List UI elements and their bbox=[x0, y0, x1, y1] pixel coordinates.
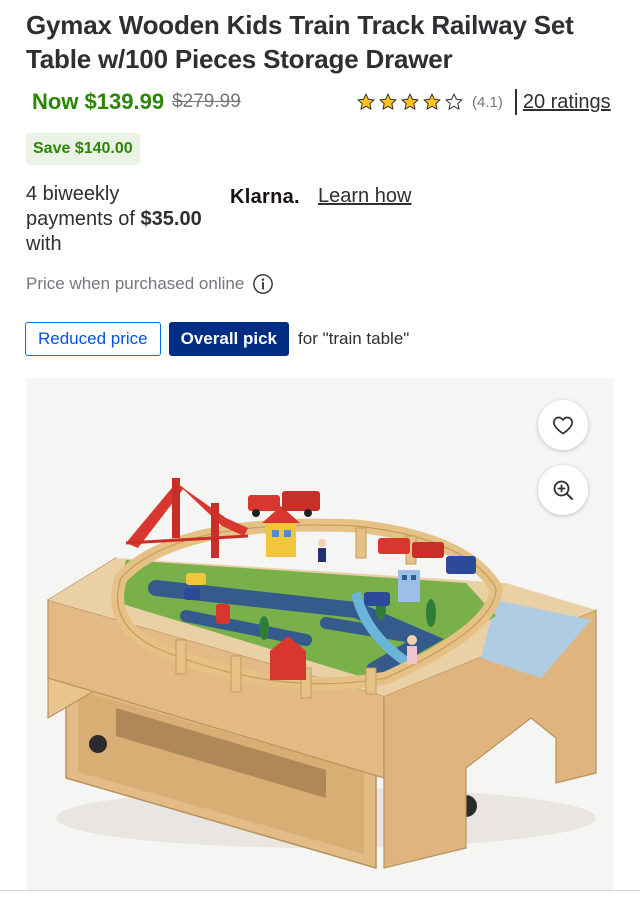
klarna-amount: $35.00 bbox=[140, 208, 202, 230]
klarna-line-3: with bbox=[26, 233, 62, 255]
zoom-button[interactable] bbox=[538, 465, 588, 515]
product-title: Gymax Wooden Kids Train Track Railway Se… bbox=[26, 8, 626, 76]
price-row: Now $139.99 $279.99 bbox=[32, 86, 241, 118]
klarna-line-1: 4 biweekly bbox=[26, 183, 120, 205]
rating-value: (4.1) bbox=[472, 93, 503, 111]
heart-icon bbox=[553, 416, 573, 435]
rating-divider bbox=[514, 89, 517, 115]
online-price-text: Price when purchased online bbox=[26, 274, 245, 293]
train-table-illustration bbox=[47, 478, 597, 869]
star-empty-icon bbox=[445, 93, 463, 110]
favorite-button[interactable] bbox=[538, 400, 588, 450]
overall-pick-tag: Overall pick bbox=[168, 322, 290, 356]
product-title-line-2: Table w/100 Pieces Storage Drawer bbox=[26, 44, 453, 74]
current-price: Now $139.99 bbox=[32, 89, 165, 114]
klarna-payment-text: 4 biweekly payments of $35.00 with bbox=[26, 182, 231, 257]
klarna-line-2: payments of $35.00 bbox=[26, 207, 231, 232]
reduced-price-tag: Reduced price bbox=[25, 322, 161, 356]
klarna-logo: Klarna. bbox=[230, 186, 300, 208]
online-price-note: Price when purchased online bbox=[26, 270, 274, 298]
original-price: $279.99 bbox=[172, 91, 241, 112]
star-full-icon bbox=[423, 93, 441, 110]
product-title-line-1: Gymax Wooden Kids Train Track Railway Se… bbox=[26, 10, 574, 40]
info-icon[interactable] bbox=[252, 273, 274, 295]
learn-how-link[interactable]: Learn how bbox=[318, 185, 411, 208]
ratings-count-link[interactable]: 20 ratings bbox=[523, 91, 611, 114]
star-rating bbox=[356, 92, 466, 112]
overall-pick-context: for "train table" bbox=[298, 329, 410, 348]
star-full-icon bbox=[401, 93, 419, 110]
save-badge: Save $140.00 bbox=[26, 133, 140, 165]
product-image[interactable] bbox=[26, 378, 614, 890]
rating-summary[interactable]: (4.1) 20 ratings bbox=[356, 88, 611, 116]
bottom-divider bbox=[0, 890, 640, 891]
star-full-icon bbox=[357, 93, 375, 110]
star-full-icon bbox=[379, 93, 397, 110]
zoom-in-icon bbox=[553, 480, 573, 500]
klarna-line-2-prefix: payments of bbox=[26, 208, 141, 230]
badge-row: Reduced price Overall pick for "train ta… bbox=[25, 322, 409, 356]
